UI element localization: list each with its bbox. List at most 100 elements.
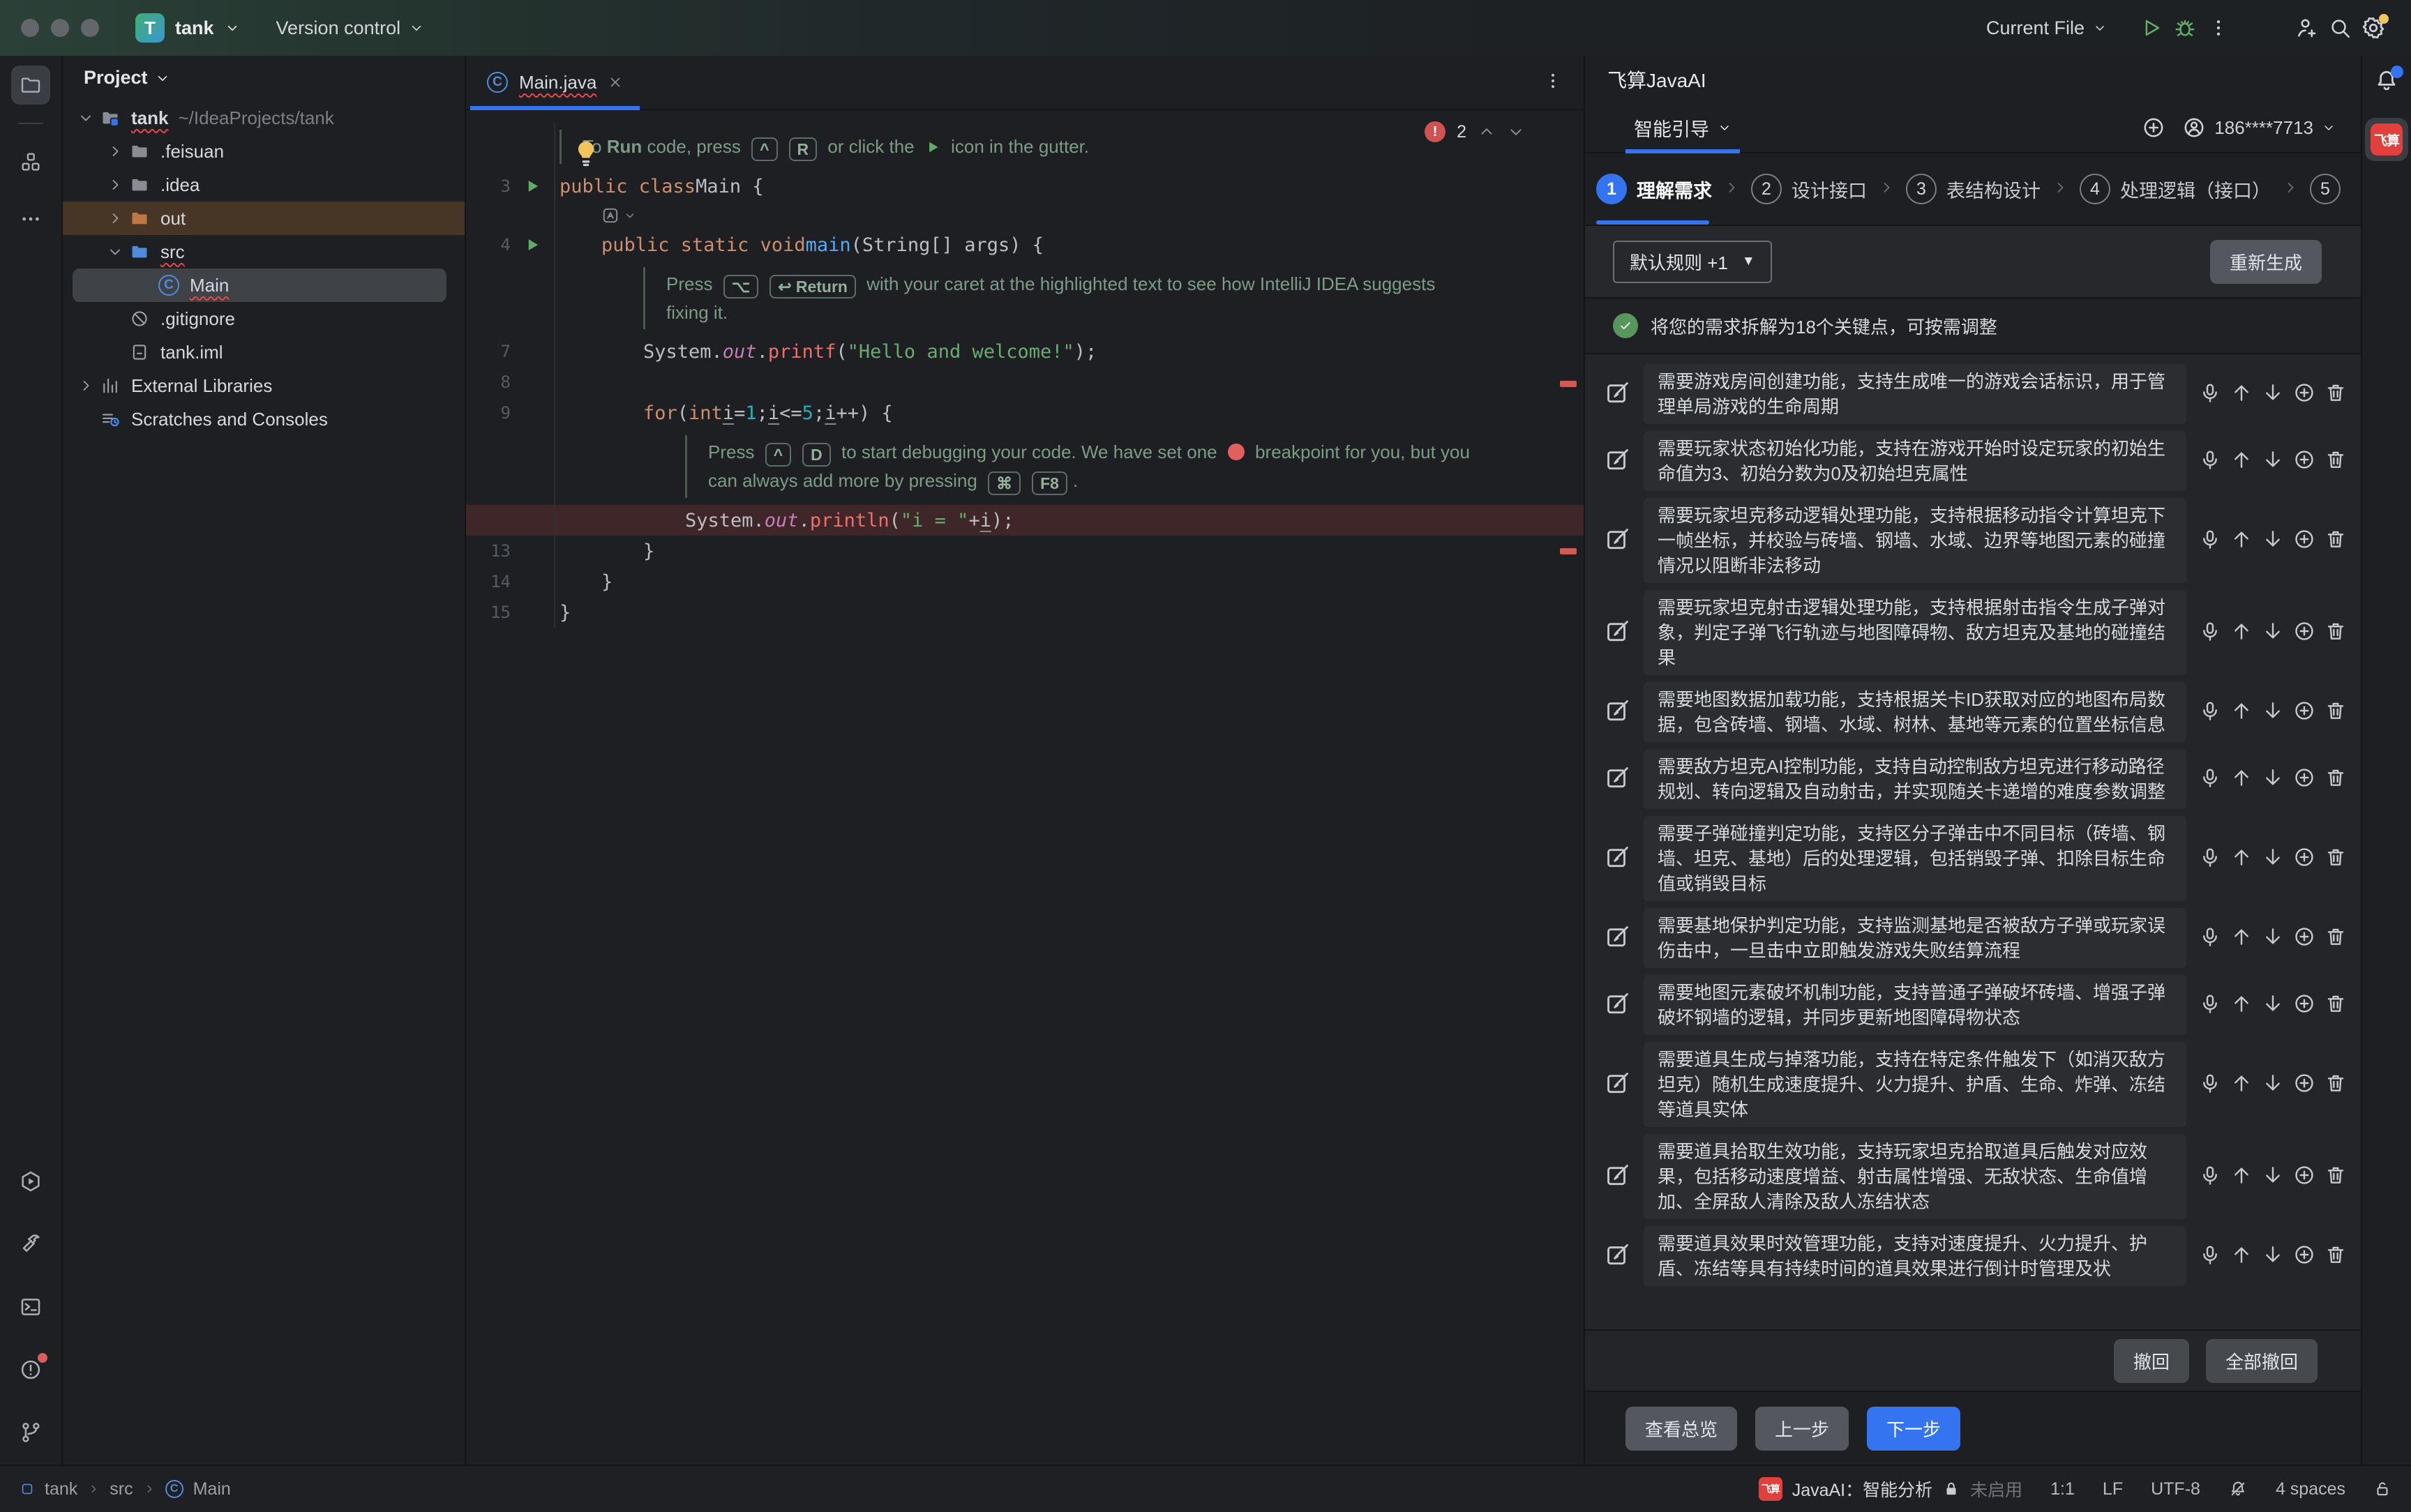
requirement-text[interactable]: 需要道具拾取生效功能，支持玩家坦克拾取道具后触发对应效果，包括移动速度增益、射击… — [1644, 1134, 2186, 1219]
tool-problems-button[interactable] — [11, 1350, 50, 1389]
move-up-button[interactable] — [2230, 528, 2253, 554]
add-item-button[interactable] — [2293, 700, 2315, 725]
more-actions-button[interactable] — [2202, 11, 2235, 45]
error-stripe-mark[interactable] — [1560, 381, 1577, 387]
voice-input-button[interactable] — [2199, 766, 2221, 792]
voice-input-button[interactable] — [2199, 925, 2221, 951]
add-item-button[interactable] — [2293, 1164, 2315, 1190]
delete-item-button[interactable] — [2324, 1164, 2347, 1190]
window-controls[interactable] — [21, 19, 99, 37]
requirement-text[interactable]: 需要敌方坦克AI控制功能，支持自动控制敌方坦克进行移动路径规划、转向逻辑及自动射… — [1644, 749, 2186, 809]
delete-item-button[interactable] — [2324, 381, 2347, 407]
search-everywhere-button[interactable] — [2323, 11, 2357, 45]
settings-button[interactable] — [2357, 11, 2390, 45]
requirement-text[interactable]: 需要道具效果时效管理功能，支持对速度提升、火力提升、护盾、冻结等具有持续时间的道… — [1644, 1226, 2186, 1286]
breadcrumb[interactable]: tank src C Main — [20, 1479, 231, 1499]
notifications-button[interactable] — [2374, 68, 2399, 97]
tool-structure-button[interactable] — [11, 142, 50, 181]
delete-item-button[interactable] — [2324, 700, 2347, 725]
debug-button[interactable] — [2168, 11, 2202, 45]
notifications-off-widget[interactable] — [2228, 1479, 2248, 1499]
revoke-button[interactable]: 撤回 — [2114, 1339, 2189, 1383]
edit-icon[interactable] — [1605, 990, 1631, 1020]
tool-git-button[interactable] — [11, 1413, 50, 1452]
project-panel-header[interactable]: Project — [63, 67, 465, 101]
run-configuration-select[interactable]: Current File — [1986, 17, 2107, 39]
edit-icon[interactable] — [1605, 446, 1631, 476]
code-line[interactable]: 9for (int i = 1; i <= 5; i++) { — [466, 398, 1584, 428]
account-menu[interactable]: 186****7713 — [2182, 116, 2336, 139]
requirement-text[interactable]: 需要地图元素破坏机制功能，支持普通子弹破坏砖墙、增强子弹破坏钢墙的逻辑，并同步更… — [1644, 975, 2186, 1035]
delete-item-button[interactable] — [2324, 1072, 2347, 1098]
requirement-text[interactable]: 需要道具生成与掉落功能，支持在特定条件触发下（如消灭敌方坦克）随机生成速度提升、… — [1644, 1042, 2186, 1127]
code-editor[interactable]: ! 2 To Run code, press ^R or click the i… — [466, 110, 1584, 1465]
voice-input-button[interactable] — [2199, 992, 2221, 1018]
run-line-icon[interactable] — [523, 235, 542, 255]
move-down-button[interactable] — [2262, 528, 2284, 554]
inspections-widget[interactable]: ! 2 — [1425, 121, 1525, 142]
move-down-button[interactable] — [2262, 448, 2284, 474]
delete-item-button[interactable] — [2324, 766, 2347, 792]
chevron-right-icon[interactable] — [103, 143, 127, 160]
edit-icon[interactable] — [1605, 379, 1631, 409]
minimize-window-button[interactable] — [51, 19, 69, 37]
revoke-all-button[interactable]: 全部撤回 — [2206, 1339, 2318, 1383]
close-window-button[interactable] — [21, 19, 39, 37]
move-down-button[interactable] — [2262, 846, 2284, 872]
code-line-breakpoint[interactable]: System.out.println("i = " + i); — [466, 505, 1584, 536]
move-down-button[interactable] — [2262, 1243, 2284, 1269]
move-up-button[interactable] — [2230, 992, 2253, 1018]
breadcrumb-file[interactable]: Main — [193, 1479, 231, 1499]
code-line[interactable]: 4public static void main(String[] args) … — [466, 229, 1584, 260]
encoding-widget[interactable]: UTF-8 — [2151, 1479, 2200, 1499]
delete-item-button[interactable] — [2324, 992, 2347, 1018]
move-up-button[interactable] — [2230, 448, 2253, 474]
delete-item-button[interactable] — [2324, 846, 2347, 872]
move-down-button[interactable] — [2262, 992, 2284, 1018]
ai-assistant-icon[interactable] — [601, 206, 636, 225]
code-line[interactable]: 14} — [466, 566, 1584, 597]
code-with-me-button[interactable] — [2290, 11, 2323, 45]
move-up-button[interactable] — [2230, 1072, 2253, 1098]
edit-icon[interactable] — [1605, 923, 1631, 953]
breadcrumb-project[interactable]: tank — [45, 1479, 77, 1499]
requirement-text[interactable]: 需要基地保护判定功能，支持监测基地是否被敌方子弹或玩家误伤击中，一旦击中立即触发… — [1644, 908, 2186, 968]
next-step-button[interactable]: 下一步 — [1867, 1407, 1960, 1451]
edit-icon[interactable] — [1605, 1162, 1631, 1192]
tool-feisuan-button[interactable]: 飞算 — [2365, 118, 2408, 161]
caret-position-widget[interactable]: 1:1 — [2050, 1479, 2075, 1499]
add-item-button[interactable] — [2293, 1072, 2315, 1098]
maximize-window-button[interactable] — [81, 19, 99, 37]
code-line[interactable]: 3public class Main { — [466, 171, 1584, 202]
step-2[interactable]: 2设计接口 — [1751, 153, 1867, 225]
add-item-button[interactable] — [2293, 846, 2315, 872]
voice-input-button[interactable] — [2199, 700, 2221, 725]
code-line[interactable]: 7System.out.printf("Hello and welcome!")… — [466, 336, 1584, 367]
edit-icon[interactable] — [1605, 618, 1631, 648]
chevron-right-icon[interactable] — [74, 377, 98, 394]
move-down-button[interactable] — [2262, 766, 2284, 792]
tool-services-button[interactable] — [11, 1162, 50, 1201]
tool-terminal-button[interactable] — [11, 1287, 50, 1326]
add-item-button[interactable] — [2293, 381, 2315, 407]
project-menu[interactable]: T tank — [135, 13, 240, 43]
tree-item-src[interactable]: src — [63, 235, 465, 269]
requirement-text[interactable]: 需要玩家状态初始化功能，支持在游戏开始时设定玩家的初始生命值为3、初始分数为0及… — [1644, 431, 2186, 491]
tab-main-java[interactable]: C Main.java — [470, 56, 640, 109]
tree-item--feisuan[interactable]: .feisuan — [63, 135, 465, 168]
voice-input-button[interactable] — [2199, 620, 2221, 646]
move-up-button[interactable] — [2230, 1164, 2253, 1190]
requirement-text[interactable]: 需要玩家坦克射击逻辑处理功能，支持根据射击指令生成子弹对象，判定子弹飞行轨迹与地… — [1644, 590, 2186, 675]
add-item-button[interactable] — [2293, 620, 2315, 646]
step-5[interactable]: 5 — [2310, 153, 2341, 225]
voice-input-button[interactable] — [2199, 381, 2221, 407]
more-tool-windows-button[interactable] — [11, 199, 50, 239]
step-1[interactable]: 1理解需求 — [1596, 153, 1712, 225]
move-down-button[interactable] — [2262, 1072, 2284, 1098]
move-down-button[interactable] — [2262, 700, 2284, 725]
tab-smart-guide[interactable]: 智能引导 — [1625, 103, 1740, 152]
code-line[interactable]: 13} — [466, 536, 1584, 566]
tree-item--gitignore[interactable]: .gitignore — [63, 302, 465, 335]
tab-options-button[interactable] — [1543, 71, 1563, 94]
chevron-right-icon[interactable] — [103, 176, 127, 193]
